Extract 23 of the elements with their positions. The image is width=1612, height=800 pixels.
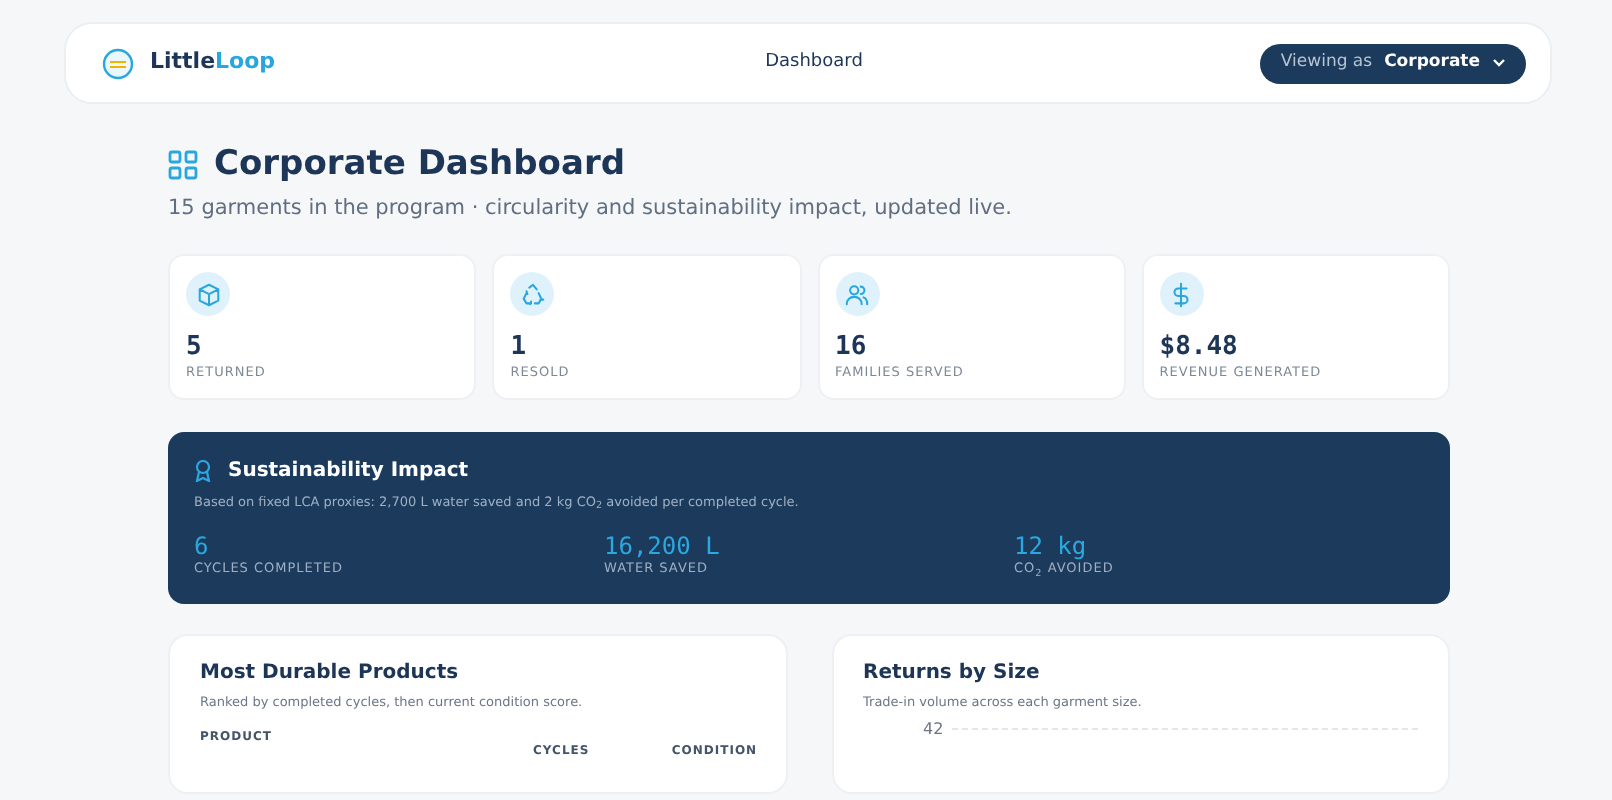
recycle-icon bbox=[519, 281, 546, 308]
metric-value: 6 bbox=[194, 531, 211, 561]
card-title: Most Durable Products bbox=[200, 660, 461, 689]
people-icon bbox=[844, 281, 870, 308]
brand-name[interactable]: LittleLoop bbox=[150, 46, 276, 80]
box-icon bbox=[195, 281, 221, 308]
metric-value: 12 kg bbox=[1014, 531, 1089, 561]
logo-icon bbox=[102, 47, 134, 79]
stat-value: 1 bbox=[510, 332, 529, 364]
stat-value: 16 bbox=[835, 332, 869, 364]
card-title: Returns by Size bbox=[863, 660, 1042, 689]
award-icon bbox=[194, 460, 212, 483]
page-title: Corporate Dashboard bbox=[214, 144, 625, 185]
dashboard-link[interactable]: Dashboard bbox=[765, 49, 863, 77]
grid-icon bbox=[168, 149, 198, 180]
impact-title: Sustainability Impact bbox=[228, 458, 469, 487]
axis-tick-label: 42 bbox=[923, 721, 944, 738]
viewing-as-dropdown[interactable]: Viewing as Corporate bbox=[1260, 43, 1527, 83]
stat-value: 5 bbox=[186, 332, 204, 364]
page-subtitle: 15 garments in the program · circularity and sustainability impact, updated live. bbox=[168, 194, 1014, 225]
metric-value: 16,200 L bbox=[604, 531, 722, 561]
chevron-down-icon bbox=[1492, 58, 1507, 68]
stat-value: $8.48 bbox=[1159, 332, 1240, 364]
